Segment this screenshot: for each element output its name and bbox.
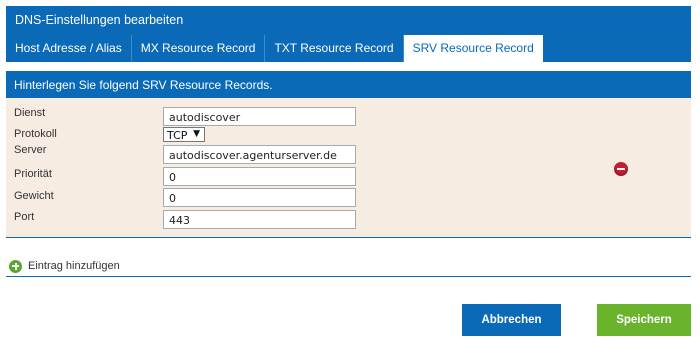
srv-record-form: Dienst autodiscover Protokoll TCP ▼ Serv… — [6, 98, 691, 238]
remove-entry-icon[interactable] — [614, 162, 628, 176]
dienst-label: Dienst — [14, 107, 46, 119]
tab-txt-record[interactable]: TXT Resource Record — [265, 35, 404, 62]
protokoll-selected-value: TCP — [167, 129, 188, 142]
prioritaet-label: Priorität — [14, 168, 52, 180]
dropdown-arrow-icon: ▼ — [193, 129, 200, 139]
tab-content-gap — [6, 62, 691, 71]
tab-bar: Host Adresse / Alias MX Resource Record … — [6, 35, 691, 62]
add-entry-link[interactable]: Eintrag hinzufügen — [6, 256, 120, 276]
tab-mx-record[interactable]: MX Resource Record — [132, 35, 266, 62]
tab-host-adresse[interactable]: Host Adresse / Alias — [6, 35, 132, 62]
add-icon — [9, 259, 22, 273]
dienst-input[interactable]: autodiscover — [163, 107, 356, 126]
cancel-button[interactable]: Abbrechen — [462, 304, 561, 336]
save-button[interactable]: Speichern — [597, 304, 691, 336]
tab-srv-record[interactable]: SRV Resource Record — [403, 35, 543, 62]
gewicht-label: Gewicht — [14, 190, 54, 202]
port-label: Port — [14, 211, 35, 223]
port-input[interactable]: 443 — [163, 210, 356, 229]
server-label: Server — [14, 144, 47, 156]
dialog-title: DNS-Einstellungen bearbeiten — [6, 6, 691, 35]
prioritaet-input[interactable]: 0 — [163, 167, 356, 186]
protokoll-select[interactable]: TCP ▼ — [163, 127, 205, 142]
section-header: Hinterlegen Sie folgend SRV Resource Rec… — [6, 71, 691, 98]
protokoll-label: Protokoll — [14, 128, 57, 140]
server-input[interactable]: autodiscover.agenturserver.de — [163, 145, 356, 164]
divider — [6, 276, 691, 277]
gewicht-input[interactable]: 0 — [163, 188, 356, 207]
add-entry-label: Eintrag hinzufügen — [28, 260, 120, 272]
